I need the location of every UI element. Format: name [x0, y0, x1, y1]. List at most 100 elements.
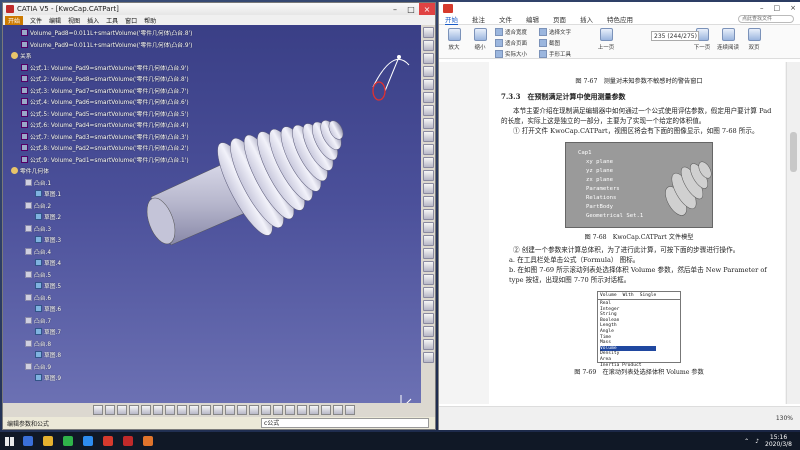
two-page-button[interactable]: 双页 — [743, 28, 765, 51]
tool-icon[interactable] — [422, 352, 434, 363]
tool-icon[interactable] — [225, 405, 235, 415]
tree-node[interactable]: 草图.7 — [7, 326, 227, 338]
tool-icon[interactable] — [261, 405, 271, 415]
tool-icon[interactable] — [422, 222, 434, 233]
tool-icon[interactable] — [213, 405, 223, 415]
tree-node[interactable]: 凸台.8 — [7, 338, 227, 350]
taskbar-app[interactable] — [118, 432, 138, 450]
tool-icon[interactable] — [117, 405, 127, 415]
pdf-title-bar[interactable]: – □ × — [439, 2, 800, 14]
page-number-input[interactable]: 235 (244/275) — [651, 31, 699, 41]
vertical-scrollbar[interactable] — [786, 62, 800, 404]
tool-icon[interactable] — [422, 235, 434, 246]
select-text-button[interactable]: 选择文字 — [539, 28, 579, 36]
tool-icon[interactable] — [93, 405, 103, 415]
tool-icon[interactable] — [422, 183, 434, 194]
tool-icon[interactable] — [422, 196, 434, 207]
tab-features[interactable]: 特色应用 — [607, 14, 633, 24]
close-button[interactable]: × — [790, 4, 796, 12]
menu-help[interactable]: 帮助 — [144, 16, 156, 25]
tool-icon[interactable] — [249, 405, 259, 415]
tool-icon[interactable] — [422, 131, 434, 142]
tool-icon[interactable] — [165, 405, 175, 415]
tool-icon[interactable] — [422, 105, 434, 116]
tool-icon[interactable] — [422, 144, 434, 155]
tree-node[interactable]: Volume_Pad9=0.011L+smartVolume('零件几何体\凸台… — [7, 39, 227, 51]
menu-start[interactable]: 开始 — [5, 15, 24, 25]
tool-icon[interactable] — [422, 66, 434, 77]
actual-size-button[interactable]: 实际大小 — [495, 50, 535, 58]
tool-icon[interactable] — [153, 405, 163, 415]
hand-tool-button[interactable]: 手形工具 — [539, 50, 579, 58]
tool-icon[interactable] — [201, 405, 211, 415]
tree-node[interactable]: Volume_Pad8=0.011L+smartVolume('零件几何体\凸台… — [7, 27, 227, 39]
menu-edit[interactable]: 编辑 — [49, 16, 61, 25]
tool-icon[interactable] — [141, 405, 151, 415]
tool-icon[interactable] — [285, 405, 295, 415]
tool-icon[interactable] — [333, 405, 343, 415]
screenshot-button[interactable]: 截图 — [539, 39, 579, 47]
document-area[interactable]: 图 7-67 测量对未知参数不敏感时的警告窗口 7.3.3 在预制满足计算中使用… — [439, 62, 787, 404]
tab-file[interactable]: 文件 — [499, 14, 512, 24]
minimize-button[interactable]: – — [387, 3, 403, 15]
tree-node[interactable]: 关系 — [7, 50, 227, 62]
menu-window[interactable]: 窗口 — [125, 16, 137, 25]
taskbar-app[interactable] — [38, 432, 58, 450]
tool-icon[interactable] — [422, 27, 434, 38]
tool-icon[interactable] — [422, 300, 434, 311]
tree-node[interactable]: 公式.1: Volume_Pad9=smartVolume('零件几何体\凸台.… — [7, 62, 227, 74]
tool-icon[interactable] — [237, 405, 247, 415]
tab-page[interactable]: 页面 — [553, 14, 566, 24]
clock[interactable]: 15:16 2020/3/8 — [765, 434, 792, 448]
tool-icon[interactable] — [422, 313, 434, 324]
maximize-button[interactable]: □ — [403, 3, 419, 15]
menu-file[interactable]: 文件 — [30, 16, 42, 25]
taskbar-app[interactable] — [78, 432, 98, 450]
catia-title-bar[interactable]: CATIA V5 - [KwoCap.CATPart] – □ × — [3, 3, 435, 15]
volume-icon[interactable]: ♪ — [755, 438, 759, 445]
tool-icon[interactable] — [422, 170, 434, 181]
fit-page-button[interactable]: 适合页面 — [495, 39, 535, 47]
tool-icon[interactable] — [321, 405, 331, 415]
tab-insert[interactable]: 插入 — [580, 14, 593, 24]
continuous-read-button[interactable]: 连续阅读 — [717, 28, 739, 51]
maximize-button[interactable]: □ — [774, 4, 781, 12]
tab-edit[interactable]: 编辑 — [526, 14, 539, 24]
tree-node[interactable]: 公式.2: Volume_Pad8=smartVolume('零件几何体\凸台.… — [7, 73, 227, 85]
taskbar-app[interactable] — [58, 432, 78, 450]
tool-icon[interactable] — [309, 405, 319, 415]
tree-node[interactable]: 草图.5 — [7, 280, 227, 292]
tool-icon[interactable] — [105, 405, 115, 415]
tree-node[interactable]: 凸台.9 — [7, 361, 227, 373]
tree-node[interactable]: 草图.9 — [7, 372, 227, 384]
compass-icon[interactable] — [363, 47, 413, 103]
tab-start[interactable]: 开始 — [445, 14, 458, 25]
tree-node[interactable]: 草图.8 — [7, 349, 227, 361]
tree-node[interactable]: 草图.6 — [7, 303, 227, 315]
tool-icon[interactable] — [129, 405, 139, 415]
taskbar-app[interactable] — [98, 432, 118, 450]
tool-icon[interactable] — [189, 405, 199, 415]
tool-icon[interactable] — [345, 405, 355, 415]
cap-3d-model[interactable] — [133, 85, 373, 275]
tool-icon[interactable] — [422, 339, 434, 350]
menu-tools[interactable]: 工具 — [106, 16, 118, 25]
minimize-button[interactable]: – — [760, 4, 764, 12]
scrollbar-thumb[interactable] — [790, 132, 797, 172]
tool-icon[interactable] — [422, 79, 434, 90]
search-input[interactable]: 点此查找文件 — [738, 15, 794, 23]
command-input[interactable]: c公式 — [261, 418, 429, 428]
zoom-level[interactable]: 130% — [776, 415, 793, 422]
fit-width-button[interactable]: 适合宽度 — [495, 28, 535, 36]
tool-icon[interactable] — [422, 92, 434, 103]
tree-node[interactable]: 凸台.7 — [7, 315, 227, 327]
zoom-out-button[interactable]: 缩小 — [469, 28, 491, 51]
zoom-in-button[interactable]: 放大 — [443, 28, 465, 51]
close-button[interactable]: × — [419, 3, 435, 15]
tool-icon[interactable] — [422, 157, 434, 168]
tab-annotate[interactable]: 批注 — [472, 14, 485, 24]
tool-icon[interactable] — [422, 326, 434, 337]
tree-node[interactable]: 凸台.6 — [7, 292, 227, 304]
tool-icon[interactable] — [422, 248, 434, 259]
tool-icon[interactable] — [422, 40, 434, 51]
